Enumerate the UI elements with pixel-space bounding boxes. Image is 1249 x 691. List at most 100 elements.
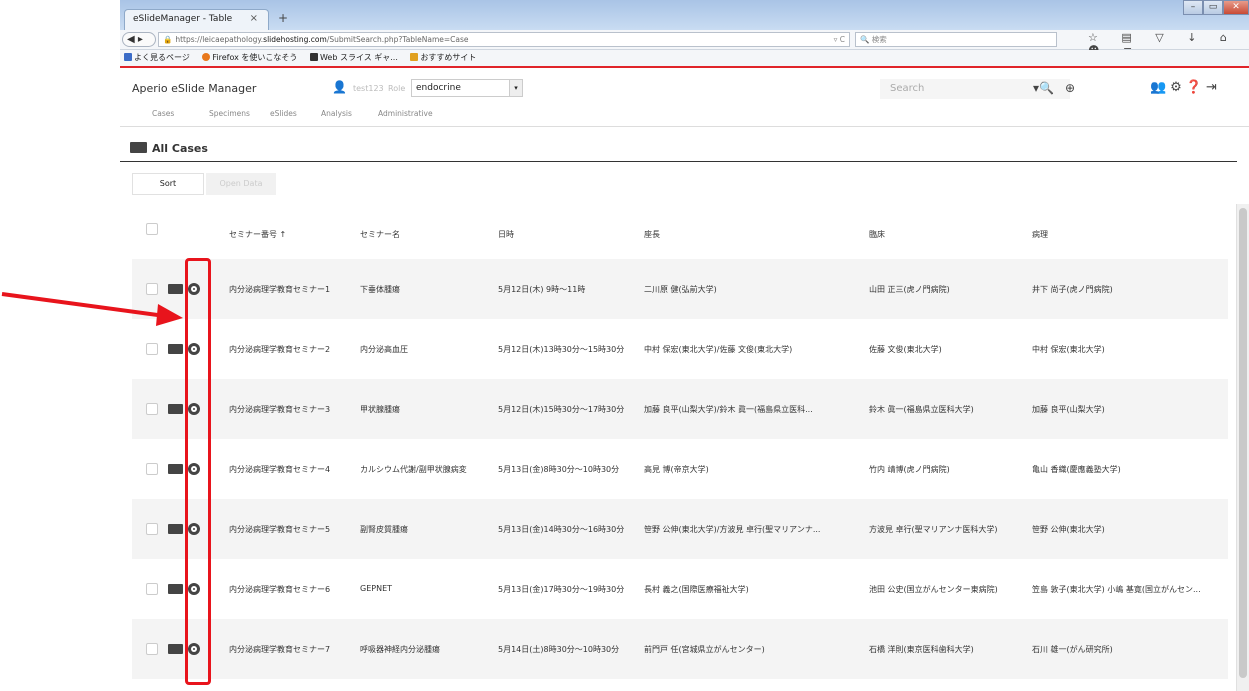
table-cell: 副腎皮質腫瘍 bbox=[360, 525, 408, 534]
folder-icon[interactable] bbox=[168, 344, 183, 354]
table-row[interactable]: 内分泌病理学教育セミナー4 カルシウム代謝/副甲状腺病変 5月13日(金)8時30分… bbox=[132, 439, 1228, 499]
table-cell: 5月12日(木)15時30分～17時30分 bbox=[498, 405, 625, 414]
select-all-checkbox[interactable] bbox=[146, 223, 158, 235]
bookmark-item[interactable]: Firefox を使いこなそう bbox=[212, 53, 297, 62]
advanced-search-icon[interactable]: ⊕ bbox=[1065, 81, 1075, 95]
firefox-icon bbox=[202, 53, 211, 61]
user-icon: 👤 bbox=[332, 80, 347, 94]
url-bar[interactable]: 🔒 https://leicaepathology.slidehosting.co… bbox=[158, 32, 850, 47]
menu-item-analysis[interactable]: Analysis bbox=[321, 109, 352, 118]
minimize-icon[interactable]: – bbox=[1183, 0, 1203, 15]
table-cell: 中村 保宏(東北大学)/佐藤 文俊(東北大学) bbox=[644, 345, 793, 354]
row-checkbox[interactable] bbox=[146, 403, 158, 415]
table-cell: カルシウム代謝/副甲状腺病変 bbox=[360, 465, 467, 474]
main-menu: Cases Specimens eSlides Analysis Adminis… bbox=[120, 104, 1249, 127]
browser-tab[interactable]: eSlideManager - Table × bbox=[124, 9, 269, 30]
vertical-scrollbar[interactable] bbox=[1236, 204, 1249, 691]
role-value: endocrine bbox=[416, 83, 461, 93]
table-cell: 二川原 健(弘前大学) bbox=[644, 285, 717, 294]
reload-icon[interactable]: ▿ C bbox=[834, 33, 845, 46]
table-header: セミナー番号 ↑ セミナー名 日時 座長 臨床 病理 bbox=[132, 207, 1228, 259]
table-cell: 内分泌病理学教育セミナー4 bbox=[229, 465, 331, 474]
folder-icon bbox=[130, 142, 147, 153]
table-cell: 内分泌病理学教育セミナー3 bbox=[229, 405, 331, 414]
column-header[interactable]: セミナー番号 ↑ bbox=[229, 229, 286, 240]
open-data-button[interactable]: Open Data bbox=[206, 173, 276, 195]
menu-item-cases[interactable]: Cases bbox=[152, 109, 174, 118]
bookmark-item[interactable]: Web スライス ギャ... bbox=[320, 53, 398, 62]
app-search-placeholder: Search bbox=[890, 83, 925, 94]
browser-search-input[interactable]: 🔍 検索 bbox=[855, 32, 1057, 47]
column-header[interactable]: 座長 bbox=[644, 229, 660, 240]
table-cell: 内分泌病理学教育セミナー5 bbox=[229, 525, 331, 534]
table-cell: GEPNET bbox=[360, 584, 393, 593]
chevron-down-icon: ▾ bbox=[509, 80, 522, 96]
bookmark-item[interactable]: おすすめサイト bbox=[420, 53, 476, 62]
navigation-bar: ◀ ▸ 🔒 https://leicaepathology.slidehostin… bbox=[120, 30, 1249, 57]
table-cell: 加藤 良平(山梨大学)/鈴木 眞一(福島県立医科... bbox=[644, 405, 813, 414]
sort-button[interactable]: Sort bbox=[132, 173, 204, 195]
url-path: /SubmitSearch.php?TableName=Case bbox=[326, 35, 469, 44]
row-checkbox[interactable] bbox=[146, 523, 158, 535]
annotation-arrow bbox=[1, 292, 183, 326]
table-cell: 5月13日(金)8時30分～10時30分 bbox=[498, 465, 620, 474]
table-cell: 下垂体腫瘍 bbox=[360, 285, 400, 294]
scrollbar-thumb[interactable] bbox=[1239, 208, 1247, 678]
table-cell: 笹野 公伸(東北大学)/方波見 卓行(聖マリアンナ... bbox=[644, 525, 821, 534]
table-row[interactable]: 内分泌病理学教育セミナー6 GEPNET 5月13日(金)17時30分～19時30分… bbox=[132, 559, 1228, 619]
folder-icon[interactable] bbox=[168, 584, 183, 594]
table-cell: 内分泌病理学教育セミナー6 bbox=[229, 585, 331, 594]
role-select[interactable]: endocrine ▾ bbox=[411, 79, 523, 97]
table-row[interactable]: 内分泌病理学教育セミナー2 内分泌高血圧 5月12日(木)13時30分～15時30分… bbox=[132, 319, 1228, 379]
bing-icon bbox=[410, 53, 419, 61]
bookmark-icon bbox=[124, 53, 132, 61]
app-brand[interactable]: Aperio eSlide Manager bbox=[132, 82, 256, 95]
table-row[interactable]: 内分泌病理学教育セミナー1 下垂体腫瘍 5月12日(木) 9時～11時 二川原 健(弘… bbox=[132, 259, 1228, 319]
url-prefix: https://leicaepathology. bbox=[175, 35, 264, 44]
folder-icon[interactable] bbox=[168, 464, 183, 474]
table-cell: 石橋 洋則(東京医科歯科大学) bbox=[869, 645, 974, 654]
folder-icon[interactable] bbox=[168, 524, 183, 534]
table-cell: 5月13日(金)17時30分～19時30分 bbox=[498, 585, 625, 594]
menu-item-administrative[interactable]: Administrative bbox=[378, 109, 433, 118]
table-cell: 佐藤 文俊(東北大学) bbox=[869, 345, 942, 354]
table-cell: 5月13日(金)14時30分～16時30分 bbox=[498, 525, 625, 534]
menu-item-specimens[interactable]: Specimens bbox=[209, 109, 250, 118]
row-checkbox[interactable] bbox=[146, 463, 158, 475]
table-row[interactable]: 内分泌病理学教育セミナー7 呼吸器神経内分泌腫瘍 5月14日(土)8時30分～10時… bbox=[132, 619, 1228, 679]
row-checkbox[interactable] bbox=[146, 343, 158, 355]
row-checkbox[interactable] bbox=[146, 583, 158, 595]
column-header[interactable]: 病理 bbox=[1032, 229, 1048, 240]
tab-close-icon[interactable]: × bbox=[250, 13, 258, 24]
table-cell: 亀山 香織(慶應義塾大学) bbox=[1032, 465, 1121, 474]
table-cell: 中村 保宏(東北大学) bbox=[1032, 345, 1105, 354]
column-header[interactable]: 臨床 bbox=[869, 229, 885, 240]
table-cell: 竹内 靖博(虎ノ門病院) bbox=[869, 465, 950, 474]
table-cell: 内分泌高血圧 bbox=[360, 345, 408, 354]
maximize-icon[interactable]: ▭ bbox=[1203, 0, 1223, 15]
table-cell: 池田 公史(国立がんセンター東病院) bbox=[869, 585, 998, 594]
row-checkbox[interactable] bbox=[146, 643, 158, 655]
username: test123 bbox=[353, 84, 384, 93]
folder-icon[interactable] bbox=[168, 644, 183, 654]
column-header[interactable]: セミナー名 bbox=[360, 229, 400, 240]
new-tab-button[interactable]: + bbox=[278, 11, 288, 25]
menu-item-eslides[interactable]: eSlides bbox=[270, 109, 297, 118]
table-row[interactable]: 内分泌病理学教育セミナー3 甲状腺腫瘍 5月12日(木)15時30分～17時30分 加… bbox=[132, 379, 1228, 439]
table-cell: 加藤 良平(山梨大学) bbox=[1032, 405, 1105, 414]
table-cell: 5月12日(木) 9時～11時 bbox=[498, 285, 586, 294]
table-cell: 内分泌病理学教育セミナー7 bbox=[229, 645, 331, 654]
table-cell: 5月12日(木)13時30分～15時30分 bbox=[498, 345, 625, 354]
back-forward-buttons[interactable]: ◀ ▸ bbox=[122, 32, 156, 47]
column-header[interactable]: 日時 bbox=[498, 229, 514, 240]
table-cell: 長村 義之(国際医療福祉大学) bbox=[644, 585, 749, 594]
page-title: All Cases bbox=[130, 142, 208, 155]
header-icons[interactable]: 👥⚙❓⇥ bbox=[1150, 80, 1221, 95]
close-window-icon[interactable]: ✕ bbox=[1223, 0, 1249, 15]
search-icon[interactable]: ▾🔍 bbox=[1033, 81, 1054, 95]
table-row[interactable]: 内分泌病理学教育セミナー5 副腎皮質腫瘍 5月13日(金)14時30分～16時30分… bbox=[132, 499, 1228, 559]
bookmark-item[interactable]: よく見るページ bbox=[134, 53, 190, 62]
table-cell: 甲状腺腫瘍 bbox=[360, 405, 400, 414]
folder-icon[interactable] bbox=[168, 404, 183, 414]
table-cell: 内分泌病理学教育セミナー2 bbox=[229, 345, 331, 354]
